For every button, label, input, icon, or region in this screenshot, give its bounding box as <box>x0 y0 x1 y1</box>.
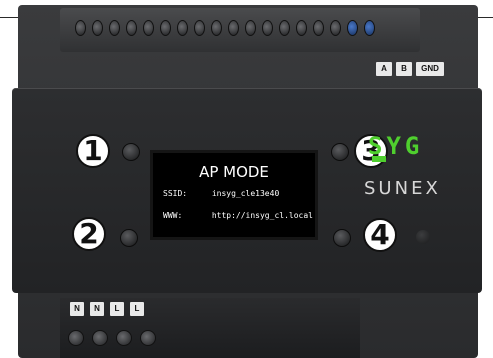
display-title: AP MODE <box>199 163 269 181</box>
terminal-screw <box>126 20 137 36</box>
terminal-label-l2: L <box>130 302 144 316</box>
display-ssid-value: insyg_cle13e40 <box>211 189 280 198</box>
status-led <box>416 230 430 244</box>
display-www-row: WWW: http://insyg_cl.local <box>163 211 313 220</box>
terminal-screw <box>279 20 290 36</box>
terminal-screw <box>92 20 103 36</box>
callout-1: 1 <box>76 134 110 168</box>
terminal-screw <box>245 20 256 36</box>
terminal-screw <box>211 20 222 36</box>
device-photo: A B GND 1 2 3 4 AP MODE SSID: insyg_cle1… <box>0 0 493 358</box>
button-4[interactable] <box>333 229 351 247</box>
sunex-logo: SUNEX <box>364 178 441 199</box>
terminal-screw <box>109 20 120 36</box>
terminal-label-n1: N <box>70 302 84 316</box>
display-www-value: http://insyg_cl.local <box>211 211 313 220</box>
terminal-label-n2: N <box>90 302 104 316</box>
terminal-screw <box>313 20 324 36</box>
terminal-screw <box>194 20 205 36</box>
callout-2: 2 <box>72 217 106 251</box>
terminal-screw <box>116 330 132 346</box>
terminal-screw <box>140 330 156 346</box>
terminal-screw-blue <box>347 20 358 36</box>
display-ssid-row: SSID: insyg_cle13e40 <box>163 189 279 198</box>
terminal-screw-blue <box>364 20 375 36</box>
terminal-screw <box>262 20 273 36</box>
button-3[interactable] <box>331 143 349 161</box>
terminal-label-gnd: GND <box>416 62 444 76</box>
terminal-screw <box>330 20 341 36</box>
terminal-screw <box>75 20 86 36</box>
terminal-screw <box>143 20 154 36</box>
display-ssid-label: SSID: <box>163 189 188 198</box>
terminal-screw <box>92 330 108 346</box>
terminal-screw <box>68 330 84 346</box>
display-www-label: WWW: <box>163 211 183 220</box>
button-2[interactable] <box>120 229 138 247</box>
bottom-terminal-screws <box>68 330 156 346</box>
terminal-screw <box>177 20 188 36</box>
terminal-label-a: A <box>376 62 392 76</box>
terminal-label-b: B <box>396 62 412 76</box>
callout-4: 4 <box>363 218 397 252</box>
terminal-label-l1: L <box>110 302 124 316</box>
terminal-screw <box>160 20 171 36</box>
oled-display: AP MODE SSID: insyg_cle13e40 WWW: http:/… <box>150 150 318 240</box>
bottom-terminal-labels: N N L L <box>70 302 144 316</box>
terminal-screw <box>296 20 307 36</box>
top-terminal-screws <box>75 20 375 38</box>
terminal-screw <box>228 20 239 36</box>
syg-logo-mark <box>372 156 386 162</box>
button-1[interactable] <box>122 143 140 161</box>
